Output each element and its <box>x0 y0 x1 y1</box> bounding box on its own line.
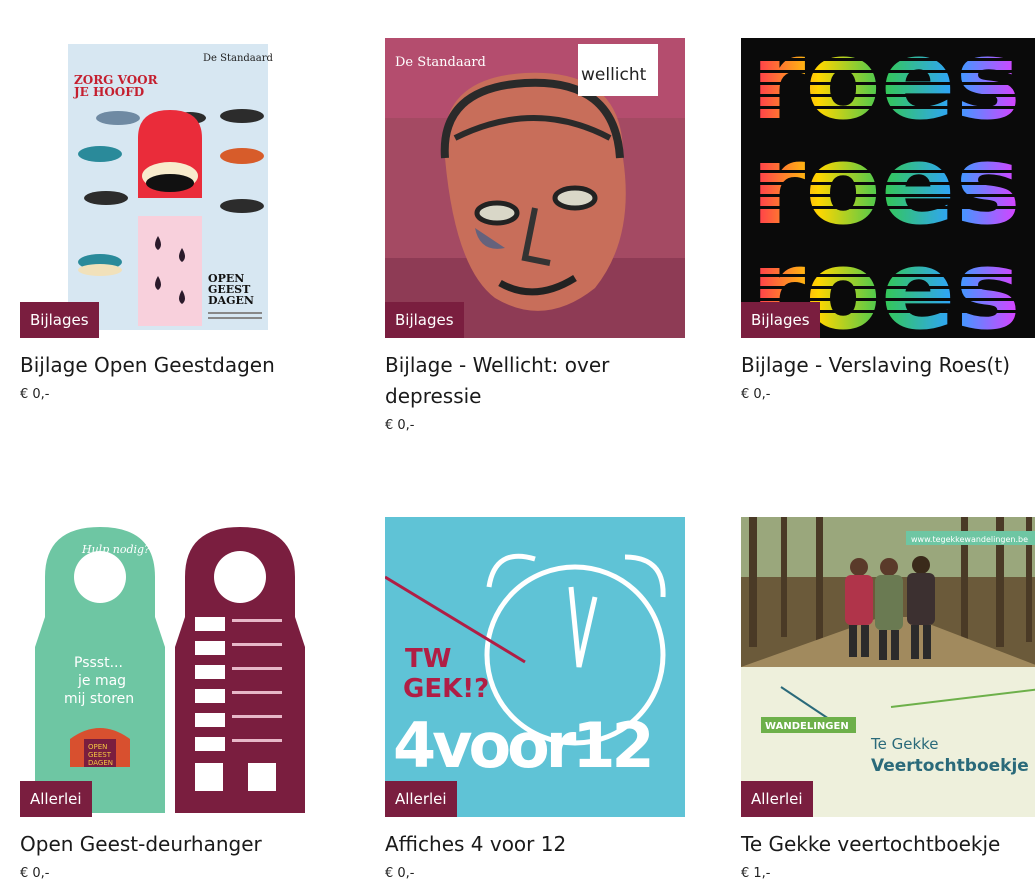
svg-text:Te Gekke: Te Gekke <box>870 735 939 753</box>
svg-text:Veertochtboekje: Veertochtboekje <box>871 756 1029 776</box>
product-title[interactable]: Bijlage - Wellicht: over depressie <box>385 350 685 412</box>
product-image: www.tegekkewandelingen.be WANDELINGEN Te… <box>741 517 1035 817</box>
product-title[interactable]: Affiches 4 voor 12 <box>385 829 685 860</box>
product-image: TW GEK!? 4voor12 <box>385 517 685 817</box>
product-card[interactable]: www.tegekkewandelingen.be WANDELINGEN Te… <box>741 517 1035 881</box>
product-card[interactable]: De Standaard wellicht Bijlages Bijlage -… <box>385 38 685 433</box>
product-thumbnail[interactable]: www.tegekkewandelingen.be WANDELINGEN Te… <box>741 517 1035 817</box>
svg-text:www.tegekkewandelingen.be: www.tegekkewandelingen.be <box>911 535 1028 544</box>
category-badge[interactable]: Allerlei <box>20 781 92 817</box>
svg-text:DAGEN: DAGEN <box>208 294 254 307</box>
category-badge[interactable]: Allerlei <box>741 781 813 817</box>
category-badge[interactable]: Bijlages <box>385 302 464 338</box>
product-title[interactable]: Bijlage Open Geestdagen <box>20 350 320 381</box>
svg-text:Pssst...: Pssst... <box>74 655 123 671</box>
svg-text:Hulp nodig?: Hulp nodig? <box>81 543 150 556</box>
svg-text:DAGEN: DAGEN <box>88 759 113 767</box>
product-price: € 0,- <box>385 418 415 433</box>
product-card[interactable]: TW GEK!? 4voor12 Allerlei Affiches 4 voo… <box>385 517 685 881</box>
category-badge[interactable]: Bijlages <box>20 302 99 338</box>
svg-text:GEEST: GEEST <box>88 751 112 759</box>
product-image: roes roes roes <box>741 38 1035 338</box>
svg-text:OPEN: OPEN <box>88 743 107 751</box>
product-title[interactable]: Open Geest-deurhanger <box>20 829 320 860</box>
product-card[interactable]: Hulp nodig? Pssst... je mag mij storen O… <box>20 517 320 881</box>
product-thumbnail[interactable]: TW GEK!? 4voor12 Allerlei <box>385 517 685 817</box>
product-thumbnail[interactable]: roes roes roes Bijlages <box>741 38 1035 338</box>
product-image: De Standaard ZORG VOOR JE HOOFD OPEN GEE… <box>20 38 320 338</box>
category-badge[interactable]: Bijlages <box>741 302 820 338</box>
product-thumbnail[interactable]: Hulp nodig? Pssst... je mag mij storen O… <box>20 517 320 817</box>
product-price: € 1,- <box>741 866 771 881</box>
product-card[interactable]: roes roes roes Bijlages Bijlage - Versla… <box>741 38 1035 402</box>
category-badge[interactable]: Allerlei <box>385 781 457 817</box>
product-card[interactable]: De Standaard ZORG VOOR JE HOOFD OPEN GEE… <box>20 38 320 402</box>
svg-text:je mag: je mag <box>77 673 126 689</box>
svg-text:De Standaard: De Standaard <box>203 53 273 64</box>
product-price: € 0,- <box>20 387 50 402</box>
product-thumbnail[interactable]: De Standaard wellicht Bijlages <box>385 38 685 338</box>
svg-text:TW: TW <box>405 644 451 674</box>
svg-text:wellicht: wellicht <box>581 65 647 85</box>
svg-text:4voor12: 4voor12 <box>393 709 651 782</box>
product-title[interactable]: Te Gekke veertochtboekje <box>741 829 1035 860</box>
product-image: De Standaard wellicht <box>385 38 685 338</box>
svg-text:GEK!?: GEK!? <box>403 674 489 704</box>
product-thumbnail[interactable]: De Standaard ZORG VOOR JE HOOFD OPEN GEE… <box>20 38 320 338</box>
product-price: € 0,- <box>741 387 771 402</box>
svg-text:JE HOOFD: JE HOOFD <box>73 85 144 99</box>
svg-text:De Standaard: De Standaard <box>395 55 486 70</box>
product-title[interactable]: Bijlage - Verslaving Roes(t) <box>741 350 1035 381</box>
svg-text:WANDELINGEN: WANDELINGEN <box>765 721 849 732</box>
product-price: € 0,- <box>385 866 415 881</box>
svg-text:mij storen: mij storen <box>64 691 134 707</box>
product-image: Hulp nodig? Pssst... je mag mij storen O… <box>20 517 320 817</box>
product-price: € 0,- <box>20 866 50 881</box>
